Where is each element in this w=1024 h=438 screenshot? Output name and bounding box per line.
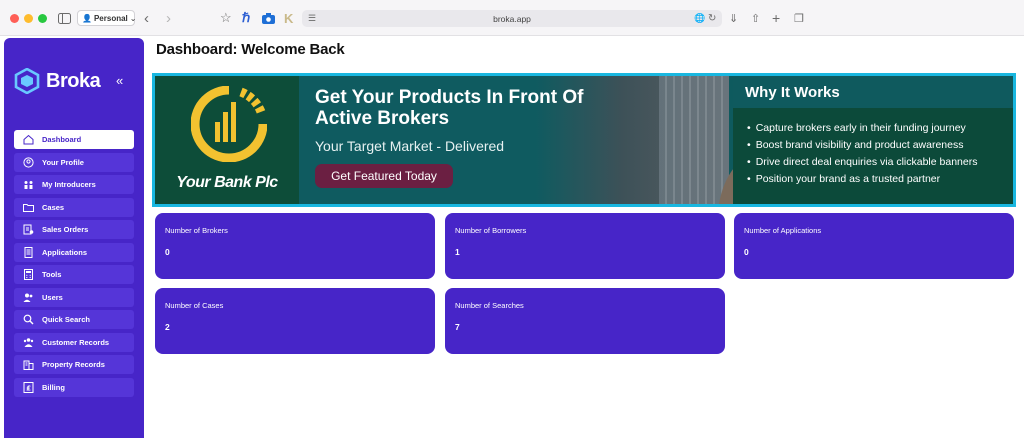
brand-logo-link[interactable]: Broka: [14, 68, 101, 94]
download-icon[interactable]: ⇓: [729, 10, 738, 26]
bank-logo-icon: [191, 86, 267, 162]
why-it-works-list: Capture brokers early in their funding j…: [747, 120, 978, 188]
customers-icon: [22, 336, 34, 348]
page-settings-icon[interactable]: ☰: [308, 10, 316, 26]
sidebar-item-label: Quick Search: [42, 315, 90, 324]
profile-label: Personal: [93, 13, 128, 23]
sidebar-toggle-icon[interactable]: [58, 10, 71, 26]
folder-icon: [22, 201, 34, 213]
sidebar-item-your-profile[interactable]: Your Profile: [14, 152, 134, 172]
stat-value: 1: [455, 247, 460, 257]
minimize-window-button[interactable]: [24, 14, 33, 23]
search-icon: [22, 314, 34, 326]
pound-icon: £: [22, 381, 34, 393]
why-it-works-header: Why It Works: [733, 76, 1013, 108]
sidebar-item-dashboard[interactable]: Dashboard: [14, 130, 134, 149]
why-it-works-title: Why It Works: [745, 84, 840, 101]
sidebar-item-billing[interactable]: £ Billing: [14, 377, 134, 397]
svg-text:£: £: [26, 384, 31, 392]
sidebar-item-label: Tools: [42, 270, 62, 279]
sidebar-item-label: Property Records: [42, 360, 105, 369]
sidebar-item-label: Dashboard: [42, 135, 82, 144]
stat-card-brokers[interactable]: Number of Brokers 0: [155, 213, 435, 279]
back-arrow-icon[interactable]: ‹: [144, 10, 149, 27]
promo-headline: Get Your Products In Front Of Active Bro…: [315, 87, 584, 129]
stat-value: 2: [165, 322, 170, 332]
translate-icon[interactable]: 🌐: [694, 10, 705, 26]
camera-extension-icon[interactable]: [262, 10, 275, 26]
person-icon: 👤: [82, 13, 92, 23]
people-icon: [22, 179, 34, 191]
sidebar-item-quick-search[interactable]: Quick Search: [14, 310, 134, 329]
bookmark-star-icon[interactable]: ☆: [220, 10, 232, 26]
forward-arrow-icon[interactable]: ›: [166, 10, 171, 27]
extension-k-icon[interactable]: K: [284, 10, 293, 26]
extension-h-icon[interactable]: ℏ: [242, 10, 250, 26]
new-tab-plus-icon[interactable]: +: [772, 10, 780, 26]
stat-label: Number of Applications: [744, 226, 822, 235]
address-bar[interactable]: broka.app: [302, 10, 722, 27]
sidebar-item-label: Cases: [42, 202, 65, 212]
list-item: Position your brand as a trusted partner: [747, 171, 977, 188]
sidebar-nav: Dashboard Your Profile My Introducers Ca…: [14, 130, 134, 400]
list-item: Capture brokers early in their funding j…: [747, 120, 977, 137]
sidebar-item-tools[interactable]: Tools: [14, 265, 134, 284]
url-text: broka.app: [493, 13, 531, 24]
list-item: Drive direct deal enquiries via clickabl…: [747, 154, 978, 171]
brand-name: Broka: [46, 69, 101, 92]
sidebar-item-label: Sales Orders: [42, 225, 89, 234]
stat-card-searches[interactable]: Number of Searches 7: [445, 288, 725, 354]
close-window-button[interactable]: [10, 14, 19, 23]
promo-panel: Get Your Products In Front Of Active Bro…: [299, 76, 874, 204]
stat-label: Number of Borrowers: [455, 226, 527, 235]
bank-name: Your Bank Plc: [176, 174, 278, 191]
sidebar-item-label: Billing: [42, 382, 65, 392]
user-circle-icon: [22, 156, 34, 168]
sidebar-item-label: Your Profile: [42, 157, 84, 167]
stat-label: Number of Brokers: [165, 226, 228, 235]
stat-value: 7: [455, 322, 460, 332]
page-title: Dashboard: Welcome Back: [156, 41, 345, 58]
reload-icon[interactable]: ↻: [708, 10, 716, 26]
promo-banner[interactable]: Your Bank Plc Get Your Products In Front…: [152, 73, 1016, 207]
stat-value: 0: [744, 247, 749, 257]
sidebar-item-cases[interactable]: Cases: [14, 197, 134, 217]
browser-toolbar: 👤 Personal ⌄ ‹ › ☆ ℏ K broka.app ☰ 🌐 ↻ ⇓…: [0, 0, 1024, 36]
sidebar-item-users[interactable]: Users: [14, 287, 134, 307]
sidebar-item-sales-orders[interactable]: Sales Orders: [14, 220, 134, 239]
maximize-window-button[interactable]: [38, 14, 47, 23]
profile-selector[interactable]: 👤 Personal ⌄: [77, 10, 137, 26]
get-featured-button[interactable]: Get Featured Today: [315, 164, 453, 188]
promo-subheadline: Your Target Market - Delivered: [315, 138, 505, 154]
broka-logo-icon: [14, 68, 40, 94]
sidebar-item-customer-records[interactable]: Customer Records: [14, 332, 134, 352]
sidebar-item-label: Applications: [42, 247, 88, 257]
sidebar-item-my-introducers[interactable]: My Introducers: [14, 175, 134, 194]
tab-overview-icon[interactable]: ❐: [794, 10, 804, 26]
stat-label: Number of Cases: [165, 301, 224, 310]
stat-card-cases[interactable]: Number of Cases 2: [155, 288, 435, 354]
chevron-down-icon: ⌄: [129, 13, 137, 23]
stat-card-borrowers[interactable]: Number of Borrowers 1: [445, 213, 725, 279]
share-icon[interactable]: ⇧: [751, 10, 760, 26]
stat-value: 0: [165, 247, 170, 257]
bank-logo-panel: Your Bank Plc: [155, 76, 299, 204]
collapse-sidebar-icon[interactable]: «: [116, 73, 123, 88]
sidebar-item-label: My Introducers: [42, 180, 96, 189]
sidebar: Broka « Dashboard Your Profile My Introd…: [4, 38, 144, 438]
sidebar-item-applications[interactable]: Applications: [14, 242, 134, 262]
list-item: Boost brand visibility and product aware…: [747, 137, 977, 154]
document-icon: [22, 246, 34, 258]
sidebar-item-property-records[interactable]: Property Records: [14, 355, 134, 374]
sidebar-item-label: Customer Records: [42, 337, 110, 347]
orders-icon: [22, 224, 34, 236]
stat-card-applications[interactable]: Number of Applications 0: [734, 213, 1014, 279]
why-it-works-panel: Why It Works Capture brokers early in th…: [733, 76, 1013, 204]
building-icon: [22, 359, 34, 371]
calculator-icon: [22, 269, 34, 281]
home-icon: [22, 134, 34, 146]
sidebar-item-label: Users: [42, 292, 63, 302]
stat-label: Number of Searches: [455, 301, 524, 310]
users-icon: [22, 291, 34, 303]
